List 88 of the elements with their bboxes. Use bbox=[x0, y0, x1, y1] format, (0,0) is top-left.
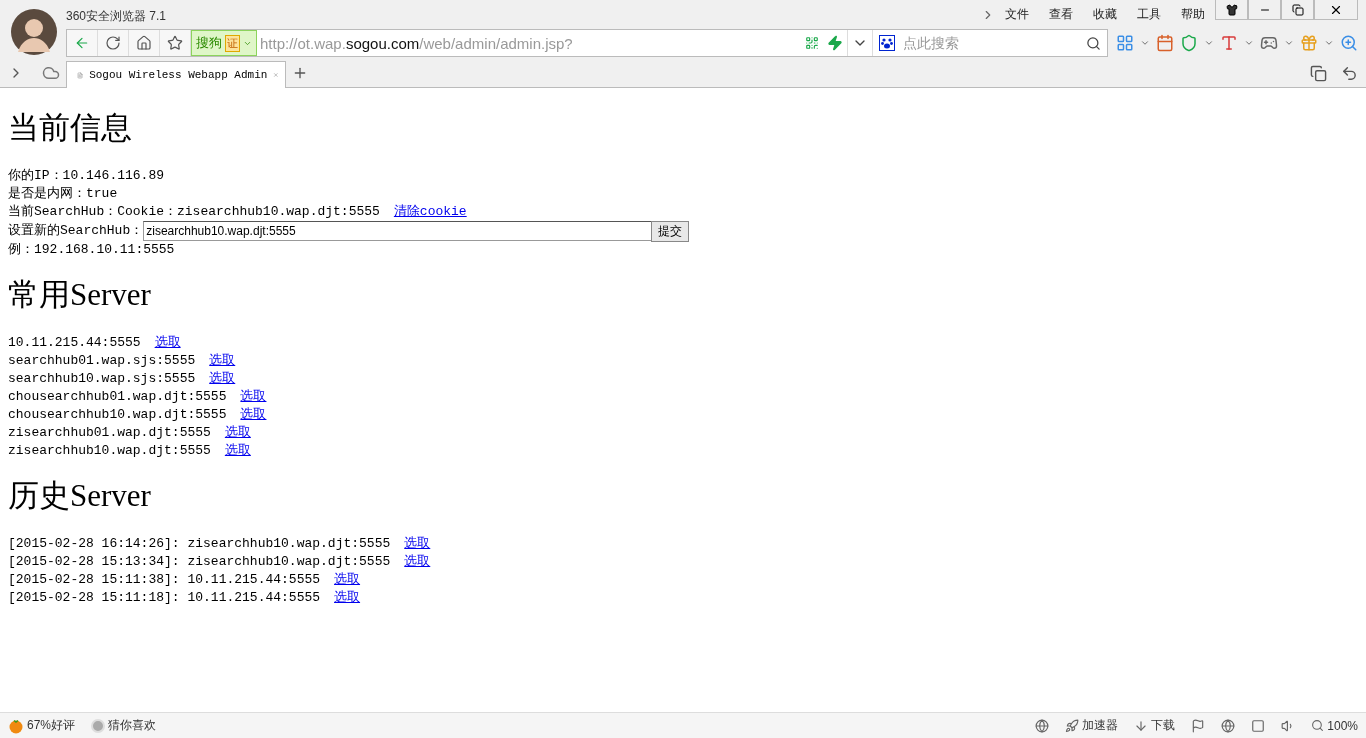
rating-text[interactable]: 67%好评 bbox=[8, 717, 76, 734]
server-address: searchhub10.wap.sjs:5555 bbox=[8, 370, 196, 388]
search-icon[interactable] bbox=[1086, 35, 1101, 51]
maximize-button[interactable] bbox=[1281, 0, 1314, 20]
close-button[interactable] bbox=[1314, 0, 1358, 20]
browser-tab[interactable]: Sogou Wireless Webapp Admin bbox=[66, 61, 286, 88]
server-address: searchhub01.wap.sjs:5555 bbox=[8, 352, 196, 370]
example-text: 例：192.168.10.11:5555 bbox=[8, 241, 175, 259]
select-link[interactable]: 选取 bbox=[240, 406, 267, 424]
calendar-icon[interactable] bbox=[1156, 34, 1174, 52]
field-label: 设置新的SearchHub： bbox=[8, 222, 144, 240]
menu-item[interactable]: 工具 bbox=[1127, 4, 1171, 23]
paw-icon[interactable] bbox=[879, 35, 897, 51]
caret-icon[interactable] bbox=[1204, 38, 1214, 48]
text-icon[interactable] bbox=[1220, 34, 1238, 52]
select-link[interactable]: 选取 bbox=[224, 442, 251, 460]
caret-icon[interactable] bbox=[1324, 38, 1334, 48]
server-address: [2015-02-28 15:11:18]: 10.11.215.44:5555 bbox=[8, 589, 321, 607]
new-tab-icon[interactable] bbox=[292, 65, 308, 81]
caret-icon[interactable] bbox=[1284, 38, 1294, 48]
cloud-icon[interactable] bbox=[42, 64, 60, 82]
address-bar[interactable]: 搜狗 证 http://ot.wap.sogou.com/web/admin/admin.jsp? 点此搜索 bbox=[66, 29, 1108, 57]
select-link[interactable]: 选取 bbox=[154, 334, 181, 352]
select-link[interactable]: 选取 bbox=[334, 571, 361, 589]
select-link[interactable]: 选取 bbox=[209, 352, 236, 370]
status-dot-icon bbox=[91, 718, 106, 733]
tab-list-icon[interactable] bbox=[1310, 65, 1327, 82]
favorite-button[interactable] bbox=[160, 30, 191, 56]
refresh-button[interactable] bbox=[98, 30, 129, 56]
server-address: 10.11.215.44:5555 bbox=[8, 334, 141, 352]
browser-icon[interactable] bbox=[1221, 718, 1236, 733]
info-text: 你的IP：10.146.116.89 bbox=[8, 167, 165, 185]
shield-icon[interactable] bbox=[1180, 34, 1198, 52]
fruit-icon bbox=[8, 717, 24, 734]
avatar-icon[interactable] bbox=[10, 8, 58, 56]
server-address: [2015-02-28 15:13:34]: zisearchhub10.wap.djt:5555 bbox=[8, 553, 391, 571]
select-link[interactable]: 选取 bbox=[209, 370, 236, 388]
home-icon bbox=[136, 35, 152, 51]
section-heading: 历史Server bbox=[8, 478, 152, 514]
zoom-level[interactable]: 100% bbox=[1311, 718, 1358, 733]
url-text: http://ot.wap.sogou.com/web/admin/admin.jsp? bbox=[259, 34, 574, 52]
globe-icon[interactable] bbox=[1035, 718, 1050, 733]
server-address: [2015-02-28 16:14:26]: zisearchhub10.wap.djt:5555 bbox=[8, 535, 391, 553]
select-link[interactable]: 选取 bbox=[334, 589, 361, 607]
window-icon[interactable] bbox=[1251, 718, 1266, 733]
gift-icon[interactable] bbox=[1300, 34, 1318, 52]
zoom-icon bbox=[1311, 719, 1325, 732]
server-address: chousearchhub10.wap.djt:5555 bbox=[8, 406, 227, 424]
accelerator-button[interactable]: 加速器 bbox=[1065, 717, 1119, 734]
server-address: chousearchhub01.wap.djt:5555 bbox=[8, 388, 227, 406]
back-icon bbox=[74, 35, 90, 51]
window-title: 360安全浏览器 7.1 bbox=[66, 8, 167, 25]
apps-icon[interactable] bbox=[1116, 34, 1134, 52]
caret-icon[interactable] bbox=[1244, 38, 1254, 48]
magnifier-icon[interactable] bbox=[1340, 34, 1358, 52]
search-engine-button[interactable]: 搜狗 证 bbox=[191, 30, 257, 56]
select-link[interactable]: 选取 bbox=[224, 424, 251, 442]
section-heading: 当前信息 bbox=[8, 110, 133, 146]
select-link[interactable]: 选取 bbox=[404, 553, 431, 571]
home-button[interactable] bbox=[129, 30, 160, 56]
qr-code-icon[interactable] bbox=[805, 36, 819, 50]
menu-item[interactable]: 收藏 bbox=[1083, 4, 1127, 23]
restore-icon bbox=[1291, 3, 1304, 16]
info-text: 当前SearchHub：Cookie：zisearchhub10.wap.djt:5555 bbox=[8, 203, 380, 221]
menu-item[interactable]: 文件 bbox=[995, 4, 1039, 23]
lightning-icon[interactable] bbox=[827, 35, 843, 51]
clear-cookie-link[interactable]: 清除cookie bbox=[393, 203, 467, 221]
info-text: 是否是内网：true bbox=[8, 185, 118, 203]
skin-button[interactable] bbox=[1215, 0, 1248, 20]
server-address: zisearchhub01.wap.djt:5555 bbox=[8, 424, 211, 442]
select-link[interactable]: 选取 bbox=[240, 388, 267, 406]
rocket-icon bbox=[1065, 718, 1080, 733]
shirt-icon bbox=[1225, 3, 1238, 16]
download-button[interactable]: 下载 bbox=[1134, 717, 1176, 734]
gamepad-icon[interactable] bbox=[1260, 34, 1278, 52]
server-address: zisearchhub10.wap.djt:5555 bbox=[8, 442, 211, 460]
caret-icon[interactable] bbox=[1140, 38, 1150, 48]
menu-item[interactable]: 查看 bbox=[1039, 4, 1083, 23]
star-icon bbox=[167, 35, 183, 51]
server-address: [2015-02-28 15:11:38]: 10.11.215.44:5555 bbox=[8, 571, 321, 589]
recommend-text[interactable]: 猜你喜欢 bbox=[91, 717, 157, 734]
submit-button[interactable]: 提交 bbox=[651, 220, 690, 242]
refresh-icon bbox=[105, 35, 121, 51]
section-heading: 常用Server bbox=[8, 277, 152, 313]
flag-icon[interactable] bbox=[1191, 718, 1206, 733]
undo-icon[interactable] bbox=[1341, 65, 1358, 82]
select-link[interactable]: 选取 bbox=[404, 535, 431, 553]
menu-item[interactable]: 帮助 bbox=[1171, 4, 1215, 23]
